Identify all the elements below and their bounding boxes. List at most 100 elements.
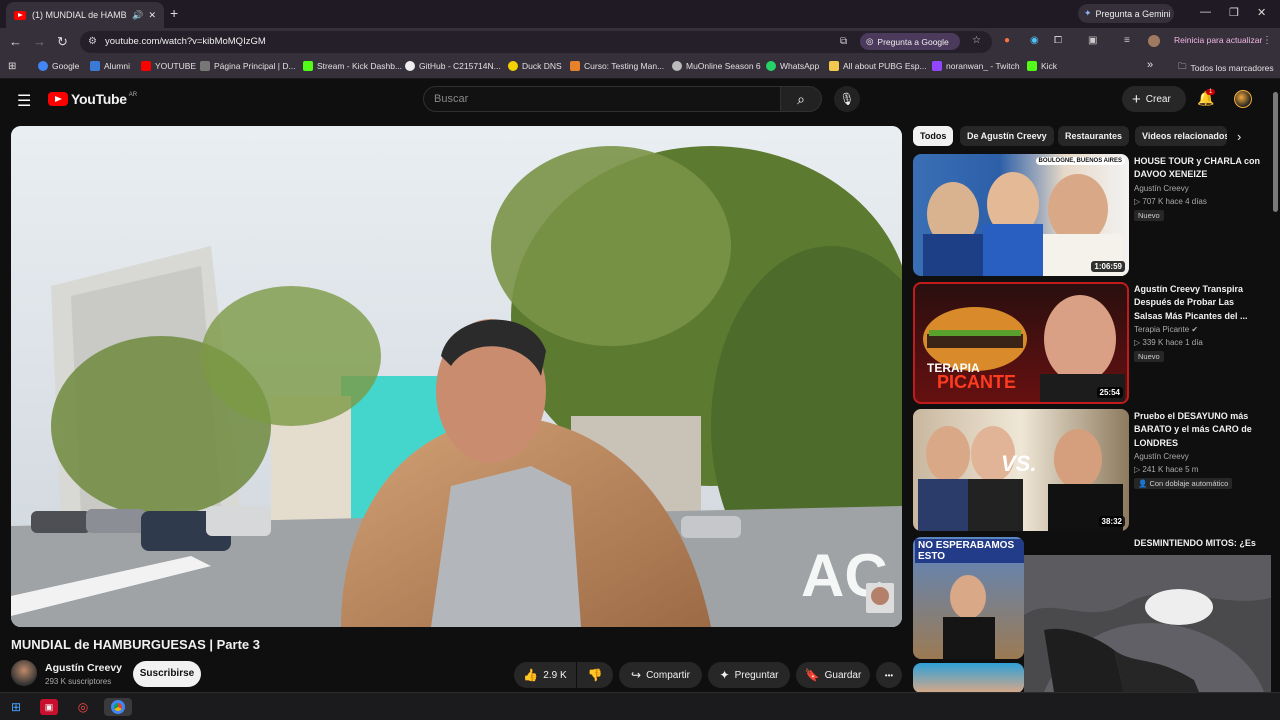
install-app-icon[interactable]: ⧉ <box>840 36 847 47</box>
bookmark-pubg[interactable]: All about PUBG Esp... <box>829 61 927 71</box>
video-thumbnail[interactable]: VS. 38:32 <box>913 409 1129 531</box>
recommendation-item[interactable]: TERAPIA PICANTE 25:54 Agustín Creevy Tra… <box>913 282 1268 404</box>
new-tab-button[interactable]: + <box>170 5 178 21</box>
youtube-logo[interactable]: YouTube AR <box>48 91 137 107</box>
audio-playing-icon[interactable]: 🔊 <box>132 10 143 21</box>
app-circle-icon[interactable]: ◎ <box>73 698 93 716</box>
all-bookmarks-folder[interactable]: 🗀 Todos los marcadores <box>1178 61 1274 75</box>
recommendation-item[interactable] <box>913 663 1024 693</box>
create-button[interactable]: + Crear <box>1122 86 1186 112</box>
recommendation-item[interactable]: BOULOGNE, BUENOS AIRES 1:06:59 HOUSE TOU… <box>913 154 1268 276</box>
save-button[interactable]: 🔖 Guardar <box>796 662 870 688</box>
recommendation-item[interactable]: VS. 38:32 Pruebo el DESAYUNO más BARATO … <box>913 409 1268 531</box>
bookmark-label: Stream - Kick Dashb... <box>317 61 403 71</box>
recommendation-title[interactable]: Pruebo el DESAYUNO más BARATO y el más C… <box>1134 410 1264 450</box>
bookmark-pagina-principal[interactable]: Página Principal | D... <box>200 61 296 71</box>
bookmark-alumni[interactable]: Alumni <box>90 61 130 71</box>
site-info-icon[interactable]: ⚙ <box>88 36 97 47</box>
reload-icon[interactable]: ↻ <box>57 34 68 50</box>
media-control-icon[interactable]: ≡ <box>1124 35 1130 46</box>
bookmark-github[interactable]: GitHub - C215714N... <box>405 61 501 71</box>
tab-title: (1) MUNDIAL de HAMBURGUESAS | Parte 3 - … <box>32 10 127 20</box>
extensions-puzzle-icon[interactable]: ⧠ <box>1054 35 1062 46</box>
split-view-icon[interactable]: ▣ <box>1088 35 1097 46</box>
chip-related[interactable]: Videos relacionados <box>1135 126 1227 146</box>
recommendation-title[interactable]: DESMINTIENDO MITOS: ¿Es <box>1134 537 1264 550</box>
apps-grid-icon[interactable]: ⊞ <box>8 61 16 72</box>
close-tab-icon[interactable]: ✕ <box>148 10 156 21</box>
chip-from-channel[interactable]: De Agustín Creevy <box>960 126 1054 146</box>
minimize-icon[interactable]: — <box>1200 6 1211 18</box>
bookmark-duckdns[interactable]: Duck DNS <box>508 61 562 71</box>
recommendation-title[interactable]: HOUSE TOUR y CHARLA con DAVOO XENEIZE <box>1134 155 1264 182</box>
browser-tab-strip: (1) MUNDIAL de HAMBURGUESAS | Parte 3 - … <box>0 0 1280 28</box>
bookmark-muonline[interactable]: MuOnline Season 6 <box>672 61 761 71</box>
video-thumbnail[interactable]: TERAPIA PICANTE 25:54 <box>913 282 1129 404</box>
bookmark-google[interactable]: Google <box>38 61 79 71</box>
folder-icon: 🗀 <box>1178 61 1187 71</box>
ask-google-button[interactable]: ◎ Pregunta a Google <box>860 33 960 50</box>
search-button[interactable]: ⌕ <box>780 86 822 112</box>
recommendation-title[interactable]: Agustín Creevy Transpira Después de Prob… <box>1134 283 1264 323</box>
extension-audio-icon[interactable]: ◉ <box>1030 35 1039 46</box>
windows-taskbar: ⊞ ▣ ◎ <box>0 692 1280 720</box>
back-icon[interactable]: ← <box>9 34 22 49</box>
bookmark-kick[interactable]: Kick <box>1027 61 1057 71</box>
maximize-icon[interactable]: ❐ <box>1229 6 1239 19</box>
subscribe-button[interactable]: Suscribirse <box>133 661 201 687</box>
chip-all[interactable]: Todos <box>913 126 954 146</box>
auto-dub-label: Con doblaje automático <box>1149 479 1229 488</box>
bookmark-favicon <box>766 61 776 71</box>
recommendation-channel[interactable]: Agustín Creevy <box>1134 184 1189 193</box>
video-thumbnail[interactable]: BOULOGNE, BUENOS AIRES 1:06:59 <box>913 154 1129 276</box>
sparkle-icon: ✦ <box>719 668 730 682</box>
more-actions-button[interactable]: ••• <box>876 662 902 688</box>
chevron-right-icon[interactable]: › <box>1237 129 1241 144</box>
hamburger-menu-icon[interactable]: ☰ <box>17 91 31 111</box>
video-player[interactable]: AC <box>11 126 902 627</box>
share-button[interactable]: ↪ Compartir <box>619 662 702 688</box>
url-text[interactable]: youtube.com/watch?v=kibMoMQIzGM <box>105 36 266 47</box>
more-bookmarks-icon[interactable]: » <box>1147 59 1153 71</box>
share-icon: ↪ <box>631 668 642 682</box>
page-scrollbar[interactable] <box>1271 80 1280 692</box>
voice-search-button[interactable]: 🎙 <box>834 86 860 112</box>
dislike-button[interactable]: 👎 <box>577 662 613 688</box>
bookmark-whatsapp[interactable]: WhatsApp <box>766 61 819 71</box>
recommendation-channel[interactable]: Agustín Creevy <box>1134 452 1189 461</box>
scrollbar-thumb[interactable] <box>1273 92 1278 212</box>
browser-tab[interactable]: (1) MUNDIAL de HAMBURGUESAS | Parte 3 - … <box>6 2 164 28</box>
bookmark-youtube[interactable]: YOUTUBE <box>141 61 196 71</box>
bookmark-curso-testing[interactable]: Curso: Testing Man... <box>570 61 664 71</box>
profile-avatar[interactable] <box>1148 35 1160 47</box>
channel-name[interactable]: Agustín Creevy <box>45 662 122 674</box>
chrome-menu-icon[interactable]: ⋮ <box>1262 35 1272 46</box>
mic-icon: 🎙 <box>839 92 855 106</box>
like-button[interactable]: 👍 2.9 K <box>514 662 576 688</box>
app-red-icon[interactable]: ▣ <box>40 699 58 715</box>
auto-dub-badge: 👤 Con doblaje automático <box>1134 478 1233 489</box>
bookmark-kick-dashboard[interactable]: Stream - Kick Dashb... <box>303 61 402 71</box>
webcam-overlay <box>1024 555 1280 692</box>
gemini-button[interactable]: ✦ Pregunta a Gemini <box>1078 4 1174 23</box>
account-avatar[interactable] <box>1234 90 1252 108</box>
address-bar[interactable]: ⚙ youtube.com/watch?v=kibMoMQIzGM ⧉ ◎ Pre… <box>80 31 992 53</box>
search-input[interactable]: Buscar <box>423 86 781 112</box>
video-thumbnail[interactable]: NO ESPERABAMOS ESTO <box>913 537 1024 659</box>
close-window-icon[interactable]: ✕ <box>1257 6 1266 19</box>
new-badge: Nuevo <box>1134 210 1164 221</box>
chip-restaurants[interactable]: Restaurantes <box>1058 126 1130 146</box>
bookmark-twitch[interactable]: noranwan_ - Twitch <box>932 61 1020 71</box>
chrome-logo-icon <box>111 700 125 714</box>
ask-button[interactable]: ✦ Preguntar <box>708 662 790 688</box>
bookmark-star-icon[interactable]: ☆ <box>972 35 981 46</box>
channel-avatar[interactable] <box>11 660 37 686</box>
forward-icon[interactable]: → <box>33 34 46 49</box>
video-thumbnail[interactable] <box>913 663 1024 693</box>
extension-icon[interactable]: ● <box>1004 35 1010 46</box>
windows-start-icon[interactable]: ⊞ <box>6 698 26 716</box>
chrome-taskbar-icon[interactable] <box>104 698 132 716</box>
recommendation-channel[interactable]: Terapia Picante ✔ <box>1134 325 1198 334</box>
restart-to-update-button[interactable]: Reinicia para actualizar <box>1174 35 1262 45</box>
dub-icon: 👤 <box>1138 479 1150 488</box>
